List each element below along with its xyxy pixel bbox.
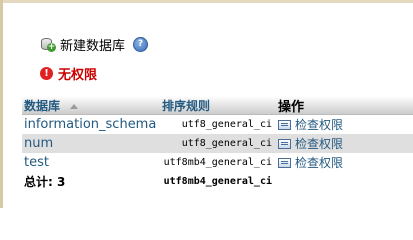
database-name-cell: num [22,136,156,151]
databases-page: + 新建数据库 ? ! 无权限 数据库 排序规则 操作 information_… [0,0,413,208]
database-name-cell: test [22,155,156,170]
total-count: 总计: 3 [24,175,66,189]
help-icon[interactable]: ? [133,36,149,52]
total-collation: utf8mb4_general_ci [163,176,272,187]
check-privileges-icon[interactable] [278,119,291,130]
check-privileges-link[interactable]: 检查权限 [295,135,343,152]
database-add-icon: + [40,36,56,52]
no-privileges-message: 无权限 [58,67,98,83]
header-collation[interactable]: 排序规则 [156,97,276,114]
table-header: 数据库 排序规则 操作 [22,96,413,115]
error-icon: ! [40,66,53,80]
collation-cell: utf8_general_ci [181,138,272,149]
collation-cell: utf8_general_ci [181,119,272,130]
table-total-row: 总计: 3 utf8mb4_general_ci [22,172,413,191]
check-privileges-link[interactable]: 检查权限 [295,154,343,171]
action-cell: 检查权限 [276,135,413,152]
collation-cell: utf8mb4_general_ci [163,157,272,168]
database-link[interactable]: num [24,136,53,151]
database-link[interactable]: test [24,155,49,170]
action-cell: 检查权限 [276,154,413,171]
check-privileges-icon[interactable] [278,157,291,168]
check-privileges-link[interactable]: 检查权限 [295,116,343,133]
sort-ascending-icon[interactable] [70,103,79,109]
top-border [0,0,413,3]
databases-table: 数据库 排序规则 操作 information_schema utf8_gene… [22,96,413,191]
no-privileges-notice: ! 无权限 [40,65,98,83]
create-database-section: + 新建数据库 ? [40,35,149,54]
header-action: 操作 [278,99,305,115]
table-row: information_schema utf8_general_ci 检查权限 [22,115,413,134]
header-database[interactable]: 数据库 [22,97,156,114]
create-database-label: 新建数据库 [60,38,126,54]
header-database-label[interactable]: 数据库 [24,99,60,113]
check-privileges-icon[interactable] [278,138,291,149]
table-row: num utf8_general_ci 检查权限 [22,134,413,153]
left-border [0,0,3,208]
database-name-cell: information_schema [22,117,156,132]
database-link[interactable]: information_schema [24,117,156,132]
table-row: test utf8mb4_general_ci 检查权限 [22,153,413,172]
action-cell: 检查权限 [276,116,413,133]
